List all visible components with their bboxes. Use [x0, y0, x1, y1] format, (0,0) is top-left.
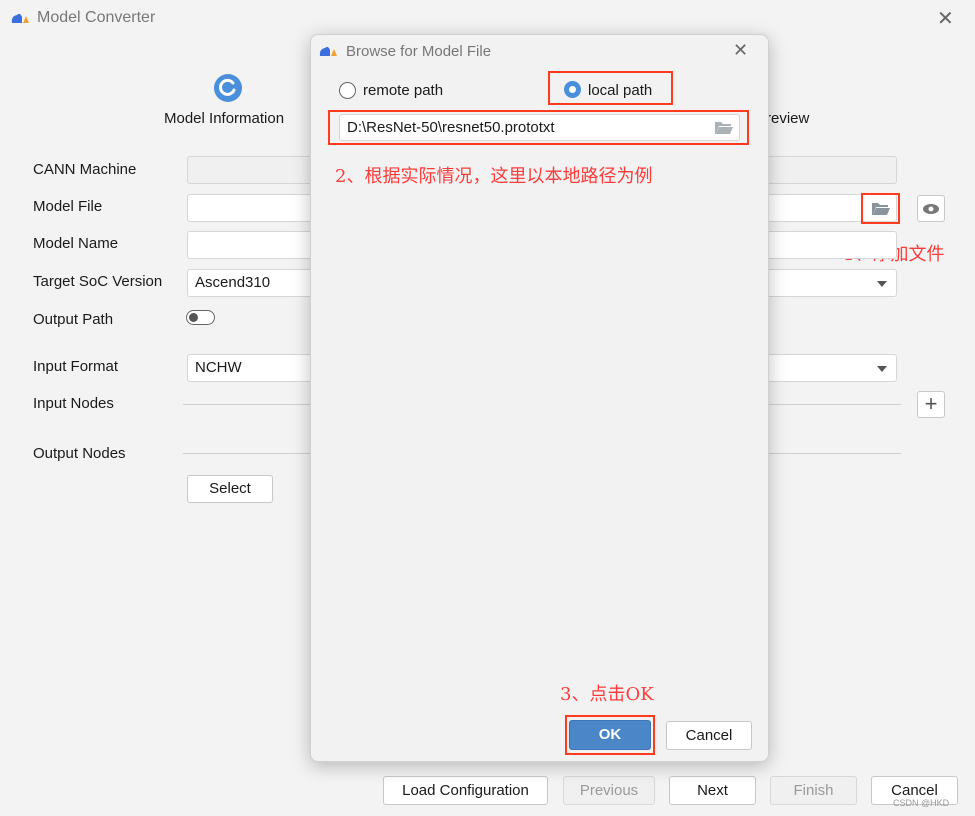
local-path-radio[interactable]	[564, 81, 581, 98]
remote-path-label: remote path	[363, 82, 444, 99]
chevron-down-icon	[877, 281, 887, 287]
dialog-title: Browse for Model File	[346, 43, 492, 60]
cann-machine-label: CANN Machine	[33, 161, 137, 178]
finish-button[interactable]: Finish	[770, 776, 857, 805]
annotation-step2: 2、根据实际情况，这里以本地路径为例	[335, 166, 653, 187]
watermark: CSDN @HKD	[893, 798, 950, 808]
output-path-label: Output Path	[33, 311, 114, 328]
local-path-label: local path	[588, 82, 653, 99]
ok-button[interactable]: OK	[569, 720, 651, 750]
app-logo-icon	[11, 13, 29, 23]
folder-open-icon[interactable]	[715, 121, 733, 134]
target-soc-label: Target SoC Version	[33, 273, 163, 290]
add-input-node-button[interactable]: +	[917, 391, 945, 418]
previous-button[interactable]: Previous	[563, 776, 655, 805]
close-window-button[interactable]: ✕	[937, 6, 954, 31]
window-title: Model Converter	[37, 9, 156, 26]
annotation-step3: 3、点击OK	[560, 684, 654, 705]
app-logo-icon	[319, 46, 337, 56]
select-button[interactable]: Select	[187, 475, 273, 503]
close-dialog-button[interactable]: ✕	[733, 40, 748, 61]
target-soc-value: Ascend310	[195, 274, 271, 291]
model-name-label: Model Name	[33, 235, 119, 252]
remote-path-radio[interactable]	[339, 82, 356, 99]
path-field[interactable]: D:\ResNet-50\resnet50.prototxt	[339, 114, 740, 141]
load-configuration-button[interactable]: Load Configuration	[383, 776, 548, 805]
input-nodes-label: Input Nodes	[33, 395, 114, 412]
output-path-toggle[interactable]	[186, 310, 215, 325]
step-model-information: Model Information	[164, 110, 285, 127]
browse-model-file-dialog: Browse for Model File ✕ remote path loca…	[310, 34, 769, 762]
step-progress-icon	[214, 74, 242, 102]
folder-open-icon[interactable]	[872, 202, 890, 215]
preview-button[interactable]	[917, 195, 945, 222]
eye-icon	[923, 204, 939, 214]
model-file-label: Model File	[33, 198, 103, 215]
next-button[interactable]: Next	[669, 776, 756, 805]
output-nodes-label: Output Nodes	[33, 445, 126, 462]
chevron-down-icon	[877, 366, 887, 372]
input-format-value: NCHW	[195, 359, 242, 376]
step-preview: review	[766, 110, 810, 127]
input-format-label: Input Format	[33, 358, 119, 375]
dialog-cancel-button[interactable]: Cancel	[666, 721, 752, 750]
path-value: D:\ResNet-50\resnet50.prototxt	[347, 119, 555, 136]
